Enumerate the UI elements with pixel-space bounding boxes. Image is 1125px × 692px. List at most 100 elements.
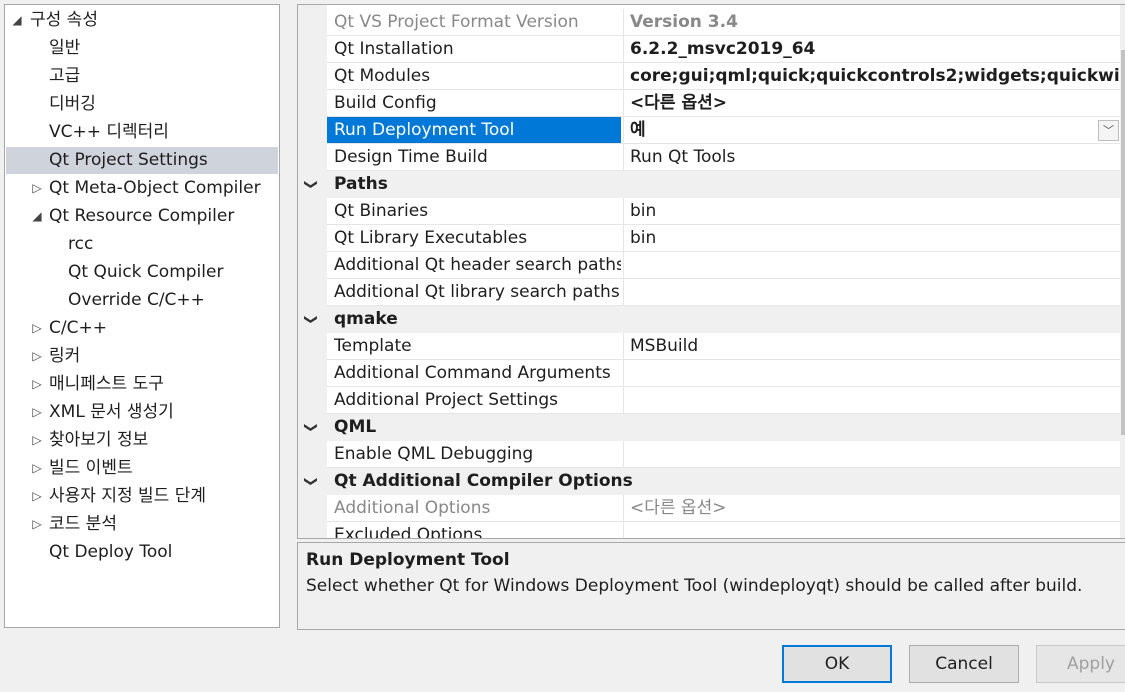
property-pages-dialog: ◢ 구성 속성일반 고급디버깅 VC++ 디렉터리 Qt Project Setting…	[0, 0, 1125, 692]
property-row[interactable]: Enable QML Debugging	[327, 441, 1125, 468]
property-row[interactable]: Additional Options <다른 옵션>	[327, 495, 1125, 522]
tree-item[interactable]: ▷ C/C++	[6, 315, 278, 342]
property-row[interactable]: Additional Project Settings	[327, 387, 1125, 414]
property-value[interactable]	[625, 522, 1125, 538]
tree-item[interactable]: ▷ 찾아보기 정보	[6, 427, 278, 454]
tree-item[interactable]: rcc	[6, 231, 278, 258]
tree-item[interactable]: Override C/C++	[6, 287, 278, 314]
column-divider	[623, 225, 624, 252]
property-row[interactable]: Qt Modules core;gui;qml;quick;quickcontro…	[327, 63, 1125, 90]
collapsed-triangle-icon[interactable]: ▷	[30, 399, 44, 426]
property-value[interactable]: <다른 옵션>	[625, 495, 1125, 521]
collapsed-triangle-icon[interactable]: ▷	[30, 343, 44, 370]
property-value[interactable]	[625, 387, 1125, 413]
collapsed-triangle-icon[interactable]: ▷	[30, 175, 44, 202]
property-row[interactable]: Additional Command Arguments	[327, 360, 1125, 387]
property-value[interactable]	[625, 360, 1125, 386]
tree-item[interactable]: 일반	[6, 35, 278, 62]
property-grid[interactable]: Qt VS Project Format Version Version 3.4 Q…	[297, 4, 1125, 539]
description-text: Select whether Qt for Windows Deployment…	[306, 576, 1083, 596]
tree-item-label: 구성 속성	[30, 10, 98, 30]
chevron-down-icon[interactable]: ❯	[298, 179, 324, 190]
tree-item-label: 디버깅	[49, 94, 96, 114]
tree-item[interactable]: ▷ 빌드 이벤트	[6, 455, 278, 482]
tree-item[interactable]: Qt Deploy Tool	[6, 539, 278, 566]
tree-item[interactable]: ▷ 매니페스트 도구	[6, 371, 278, 398]
property-row[interactable]: Build Config <다른 옵션>	[327, 90, 1125, 117]
collapsed-triangle-icon[interactable]: ▷	[30, 483, 44, 510]
tree-item[interactable]: Qt Quick Compiler	[6, 259, 278, 286]
grid-scroll-thumb[interactable]	[1121, 50, 1125, 435]
property-row[interactable]: Additional Qt header search paths	[327, 252, 1125, 279]
tree-item[interactable]: ▷ 코드 분석	[6, 511, 278, 538]
category-header[interactable]: ❯ Paths	[298, 171, 1125, 198]
tree-item-label: rcc	[68, 234, 94, 254]
chevron-down-icon[interactable]: ❯	[298, 476, 324, 487]
column-divider	[623, 360, 624, 387]
collapsed-triangle-icon[interactable]: ▷	[30, 511, 44, 538]
property-value[interactable]: 예	[625, 117, 1125, 143]
chevron-down-icon[interactable]: ﹀	[1098, 120, 1119, 141]
tree-item-label: Qt Meta-Object Compiler	[49, 178, 261, 198]
property-value[interactable]: MSBuild	[625, 333, 1125, 359]
tree-item[interactable]: 디버깅	[6, 91, 278, 118]
tree-item[interactable]: ▷ XML 문서 생성기	[6, 399, 278, 426]
property-name: Enable QML Debugging	[334, 444, 534, 464]
property-value[interactable]: bin	[625, 198, 1125, 224]
property-row[interactable]: Run Deployment Tool 예 ﹀	[327, 117, 1125, 144]
apply-button[interactable]: Apply	[1036, 645, 1125, 683]
property-name: Build Config	[334, 93, 437, 113]
category-header[interactable]: ❯ QML	[298, 414, 1125, 441]
tree-item[interactable]: ▷ 사용자 지정 빌드 단계	[6, 483, 278, 510]
collapsed-triangle-icon[interactable]: ▷	[30, 315, 44, 342]
property-value[interactable]: bin	[625, 225, 1125, 251]
column-divider	[623, 198, 624, 225]
property-name: Additional Command Arguments	[334, 363, 611, 383]
tree-item[interactable]: 고급	[6, 63, 278, 90]
collapsed-triangle-icon[interactable]: ▷	[30, 455, 44, 482]
column-divider	[623, 441, 624, 468]
property-name: Run Deployment Tool	[327, 117, 621, 143]
category-header[interactable]: ❯ Qt Additional Compiler Options	[298, 468, 1125, 495]
property-value[interactable]: Version 3.4	[625, 9, 1125, 35]
tree-item[interactable]: Qt Project Settings	[6, 147, 278, 174]
column-divider	[623, 36, 624, 63]
cancel-button[interactable]: Cancel	[909, 645, 1019, 683]
property-row[interactable]: Template MSBuild	[327, 333, 1125, 360]
expanded-triangle-icon[interactable]: ◢	[30, 203, 44, 230]
tree-item-label: XML 문서 생성기	[49, 402, 174, 422]
grid-scrollbar[interactable]	[1120, 5, 1125, 538]
property-value[interactable]: <다른 옵션>	[625, 90, 1125, 116]
property-value[interactable]	[625, 441, 1125, 467]
property-row[interactable]: Excluded Options	[327, 522, 1125, 538]
tree-item[interactable]: ◢ 구성 속성	[6, 7, 278, 34]
column-divider	[623, 63, 624, 90]
property-row[interactable]: Additional Qt library search paths	[327, 279, 1125, 306]
property-row[interactable]: Qt VS Project Format Version Version 3.4	[327, 9, 1125, 36]
tree-item-label: Qt Project Settings	[49, 150, 208, 170]
ok-button[interactable]: OK	[782, 645, 892, 683]
chevron-down-icon[interactable]: ❯	[298, 422, 324, 433]
tree-item[interactable]: ▷ Qt Meta-Object Compiler	[6, 175, 278, 202]
expanded-triangle-icon[interactable]: ◢	[10, 7, 24, 34]
tree-item[interactable]: ▷ 링커	[6, 343, 278, 370]
tree-item[interactable]: ◢ Qt Resource Compiler	[6, 203, 278, 230]
property-value[interactable]: Run Qt Tools	[625, 144, 1125, 170]
property-value[interactable]: 6.2.2_msvc2019_64	[625, 36, 1125, 62]
chevron-down-icon[interactable]: ❯	[298, 314, 324, 325]
tree-item[interactable]: VC++ 디렉터리	[6, 119, 278, 146]
collapsed-triangle-icon[interactable]: ▷	[30, 427, 44, 454]
property-row[interactable]: Qt Library Executables bin	[327, 225, 1125, 252]
collapsed-triangle-icon[interactable]: ▷	[30, 371, 44, 398]
property-value[interactable]	[625, 279, 1125, 305]
property-row[interactable]: Qt Binaries bin	[327, 198, 1125, 225]
description-panel: Run Deployment Tool Select whether Qt fo…	[297, 542, 1125, 630]
configuration-tree[interactable]: ◢ 구성 속성일반 고급디버깅 VC++ 디렉터리 Qt Project Setting…	[4, 4, 280, 628]
property-value[interactable]	[625, 252, 1125, 278]
category-header[interactable]: ❯ qmake	[298, 306, 1125, 333]
property-row[interactable]: Qt Installation 6.2.2_msvc2019_64	[327, 36, 1125, 63]
property-row[interactable]: Design Time Build Run Qt Tools	[327, 144, 1125, 171]
column-divider	[623, 117, 624, 144]
column-divider	[623, 387, 624, 414]
property-value[interactable]: core;gui;qml;quick;quickcontrols2;widget…	[625, 63, 1125, 89]
